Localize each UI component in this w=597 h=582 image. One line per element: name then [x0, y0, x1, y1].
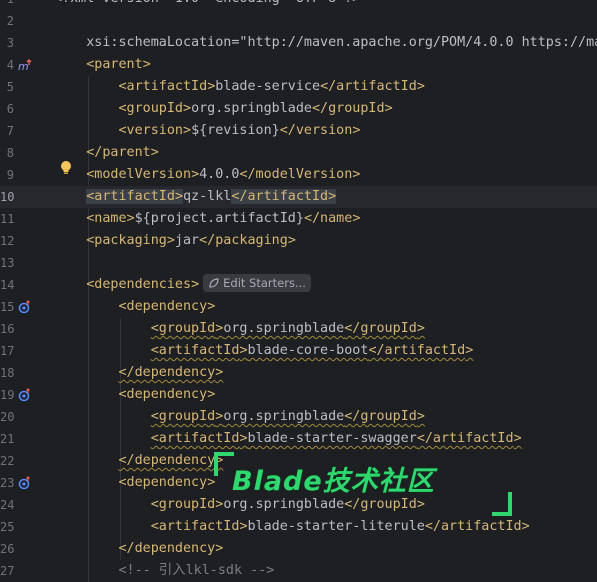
watermark-text: Blade技术社区 — [232, 466, 435, 497]
line-number[interactable]: 24 — [0, 494, 14, 516]
line-number[interactable]: 12 — [0, 230, 14, 252]
line-number[interactable]: 4 — [0, 54, 14, 76]
code-line[interactable]: 8 </parent> — [0, 142, 597, 164]
line-number[interactable]: 8 — [0, 142, 14, 164]
code-line[interactable]: 10 <artifactId>qz-lkl</artifactId> — [0, 186, 597, 208]
line-number[interactable]: 26 — [0, 538, 14, 560]
line-number[interactable]: 2 — [0, 10, 14, 32]
line-number[interactable]: 14 — [0, 274, 14, 296]
code-line[interactable]: 4m <parent> — [0, 54, 597, 76]
code-text[interactable]: <artifactId>blade-service</artifactId> — [54, 76, 425, 98]
code-text[interactable]: <version>${revision}</version> — [54, 120, 361, 142]
code-line[interactable]: 9 <modelVersion>4.0.0</modelVersion> — [0, 164, 597, 186]
intention-bulb-icon[interactable] — [59, 160, 73, 176]
code-line[interactable]: 5 <artifactId>blade-service</artifactId> — [0, 76, 597, 98]
code-text[interactable]: <dependency> — [54, 384, 216, 406]
code-text[interactable]: <groupId>org.springblade</groupId> — [54, 98, 393, 120]
code-text[interactable]: <groupId>org.springblade</groupId> — [54, 406, 425, 428]
code-text[interactable]: </dependency> — [54, 538, 224, 560]
code-text[interactable]: <?xml version="1.0" encoding="UTF-8"?> — [54, 0, 360, 10]
code-line[interactable]: 15 <dependency> — [0, 296, 597, 318]
code-line[interactable]: 19 <dependency> — [0, 384, 597, 406]
watermark: Blade技术社区 — [212, 450, 512, 516]
code-text[interactable]: <!-- 引入lkl-sdk --> — [54, 560, 275, 582]
code-text[interactable]: <dependency> — [54, 472, 216, 494]
code-line[interactable]: 14 <dependencies> Edit Starters... — [0, 274, 597, 296]
code-text[interactable]: <name>${project.artifactId}</name> — [54, 208, 360, 230]
code-line[interactable]: 3 xsi:schemaLocation="http://maven.apach… — [0, 32, 597, 54]
code-line[interactable]: 25 <artifactId>blade-starter-literule</a… — [0, 516, 597, 538]
code-text[interactable]: <artifactId>qz-lkl</artifactId> — [54, 186, 337, 208]
line-number[interactable]: 5 — [0, 76, 14, 98]
line-number[interactable]: 1 — [0, 0, 14, 10]
code-text[interactable]: <dependencies> Edit Starters... — [54, 274, 311, 296]
line-number[interactable]: 21 — [0, 428, 14, 450]
line-number[interactable]: 18 — [0, 362, 14, 384]
override-up-icon[interactable]: m — [18, 54, 32, 76]
spring-dependency-icon[interactable] — [18, 384, 32, 406]
line-number[interactable]: 13 — [0, 252, 14, 274]
line-number[interactable]: 16 — [0, 318, 14, 340]
line-number[interactable]: 22 — [0, 450, 14, 472]
code-line[interactable]: 20 <groupId>org.springblade</groupId> — [0, 406, 597, 428]
code-line[interactable]: 7 <version>${revision}</version> — [0, 120, 597, 142]
code-text[interactable]: <modelVersion>4.0.0</modelVersion> — [54, 164, 360, 186]
spring-leaf-icon — [209, 278, 219, 288]
line-number[interactable]: 9 — [0, 164, 14, 186]
line-number[interactable]: 27 — [0, 560, 14, 582]
code-text[interactable]: <artifactId>blade-starter-literule</arti… — [54, 516, 530, 538]
line-number[interactable]: 6 — [0, 98, 14, 120]
code-text[interactable]: <packaging>jar</packaging> — [54, 230, 296, 252]
line-number[interactable]: 3 — [0, 32, 14, 54]
code-line[interactable]: 12 <packaging>jar</packaging> — [0, 230, 597, 252]
code-line[interactable]: 21 <artifactId>blade-starter-swagger</ar… — [0, 428, 597, 450]
edit-starters-label: Edit Starters... — [223, 276, 306, 290]
code-text[interactable]: <dependency> — [54, 296, 216, 318]
code-line[interactable]: 11 <name>${project.artifactId}</name> — [0, 208, 597, 230]
spring-dependency-icon[interactable] — [18, 296, 32, 318]
line-number[interactable]: 23 — [0, 472, 14, 494]
code-line[interactable]: 16 <groupId>org.springblade</groupId> — [0, 318, 597, 340]
line-number[interactable]: 7 — [0, 120, 14, 142]
code-line[interactable]: 2 — [0, 10, 597, 32]
code-text[interactable]: xsi:schemaLocation="http://maven.apache.… — [54, 32, 597, 54]
line-number[interactable]: 19 — [0, 384, 14, 406]
code-line[interactable]: 1 <?xml version="1.0" encoding="UTF-8"?> — [0, 0, 597, 10]
code-text[interactable]: <artifactId>blade-starter-swagger</artif… — [54, 428, 522, 450]
line-number[interactable]: 10 — [0, 186, 14, 208]
code-line[interactable]: 13 — [0, 252, 597, 274]
code-line[interactable]: 18 </dependency> — [0, 362, 597, 384]
watermark-bracket-left — [214, 452, 234, 476]
line-number[interactable]: 17 — [0, 340, 14, 362]
line-number[interactable]: 25 — [0, 516, 14, 538]
code-line[interactable]: 27 <!-- 引入lkl-sdk --> — [0, 560, 597, 582]
watermark-bracket-right — [492, 492, 512, 516]
code-text[interactable]: <groupId>org.springblade</groupId> — [54, 318, 425, 340]
spring-dependency-icon[interactable] — [18, 472, 32, 494]
code-text[interactable]: </dependency> — [54, 450, 224, 472]
code-editor[interactable]: 1 <?xml version="1.0" encoding="UTF-8"?> 2… — [0, 0, 597, 582]
line-number[interactable]: 20 — [0, 406, 14, 428]
code-line[interactable]: 6 <groupId>org.springblade</groupId> — [0, 98, 597, 120]
code-text[interactable]: <parent> — [54, 54, 151, 76]
edit-starters-hint[interactable]: Edit Starters... — [203, 274, 311, 292]
line-number[interactable]: 15 — [0, 296, 14, 318]
code-line[interactable]: 26 </dependency> — [0, 538, 597, 560]
line-number[interactable]: 11 — [0, 208, 14, 230]
code-line[interactable]: 17 <artifactId>blade-core-boot</artifact… — [0, 340, 597, 362]
code-text[interactable]: </dependency> — [54, 362, 224, 384]
code-text[interactable]: <artifactId>blade-core-boot</artifactId> — [54, 340, 474, 362]
